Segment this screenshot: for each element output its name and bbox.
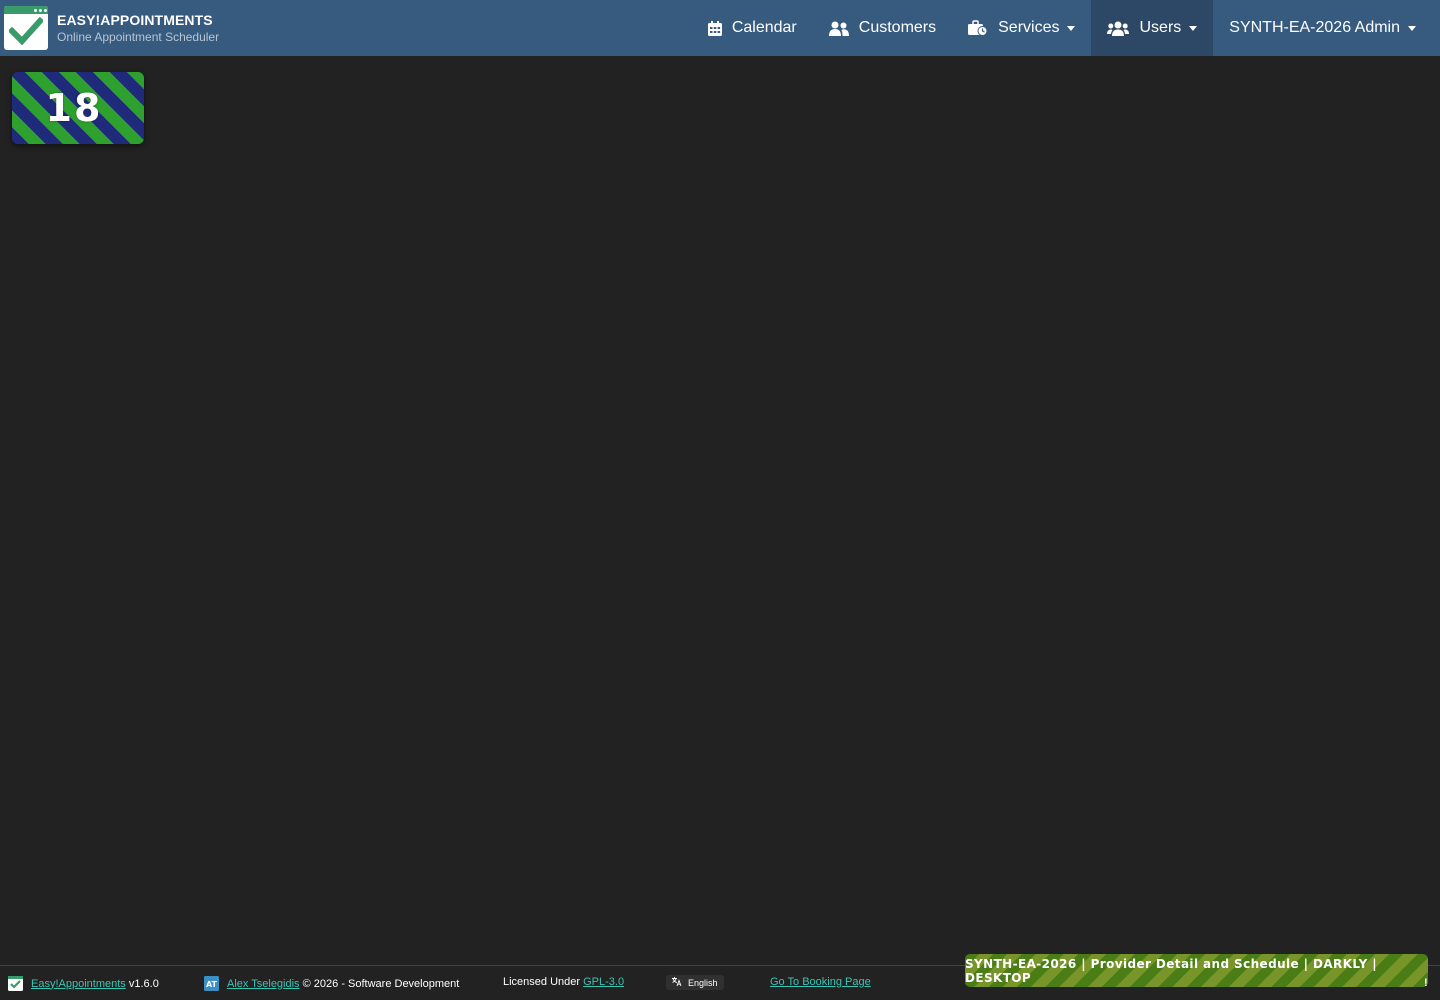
booking-page-link[interactable]: Go To Booking Page [770,976,871,988]
nav-services-label: Services [998,19,1060,36]
license-link[interactable]: GPL-3.0 [583,976,624,988]
app-logo-icon [8,976,23,991]
checkmark-calendar-icon [4,6,48,50]
main-nav: Calendar Customers Services Users SYNTH-… [692,0,1440,56]
footer-edge-text: ! [1424,977,1428,989]
app-link[interactable]: Easy!Appointments [31,978,126,990]
count-tile: 18 [12,72,144,144]
nav-calendar[interactable]: Calendar [692,0,813,56]
top-navbar: EASY!APPOINTMENTS Online Appointment Sch… [0,0,1440,56]
brand[interactable]: EASY!APPOINTMENTS Online Appointment Sch… [0,0,219,56]
nav-customers[interactable]: Customers [813,0,952,56]
author-link[interactable]: Alex Tselegidis [227,978,300,990]
language-label: English [688,977,718,988]
chevron-down-icon [1408,25,1416,31]
nav-services[interactable]: Services [952,0,1091,56]
footer-booking: Go To Booking Page [770,976,871,988]
tile-number: 18 [45,86,103,130]
nav-users-label: Users [1139,19,1182,36]
footer-app: Easy!Appointments v1.6.0 [8,976,159,991]
author-logo-icon: AT [204,976,219,991]
briefcase-clock-icon [968,20,988,36]
footer-author: AT Alex Tselegidis © 2026 - Software Dev… [204,976,459,991]
users-group-icon [1107,21,1130,36]
brand-title: EASY!APPOINTMENTS [57,12,213,28]
language-button[interactable]: English [666,975,724,990]
nav-customers-label: Customers [858,19,937,36]
footer-language: English [666,975,724,990]
license-prefix: Licensed Under [503,976,581,988]
environment-banner: SYNTH-EA-2026 | Provider Detail and Sche… [965,954,1428,987]
translate-icon [672,977,682,988]
nav-calendar-label: Calendar [731,19,797,36]
nav-account-menu[interactable]: SYNTH-EA-2026 Admin [1213,0,1440,56]
nav-users[interactable]: Users [1091,0,1214,56]
users-icon [828,21,849,36]
calendar-icon [707,20,722,36]
footer-license: Licensed Under GPL-3.0 [503,976,624,988]
svg-text:AT: AT [206,980,218,989]
copyright-text: © 2026 - Software Development [302,977,460,990]
nav-account-label: SYNTH-EA-2026 Admin [1229,19,1400,36]
brand-subtitle: Online Appointment Scheduler [57,30,220,44]
chevron-down-icon [1067,25,1076,31]
app-version: v1.6.0 [128,977,159,990]
chevron-down-icon [1189,25,1198,31]
